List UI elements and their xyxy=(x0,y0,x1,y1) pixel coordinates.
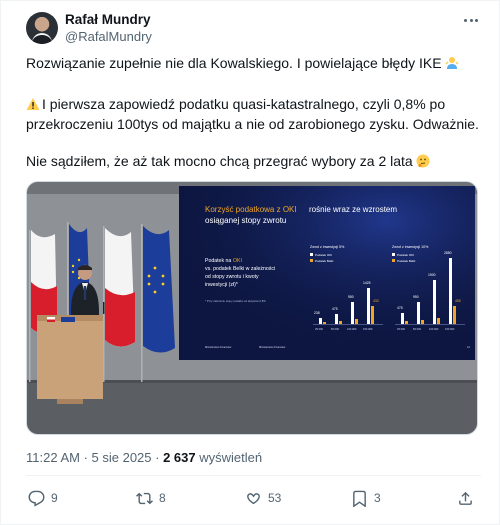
divider xyxy=(26,475,481,476)
share-icon xyxy=(459,491,472,505)
chart1-value-1: 238 xyxy=(314,311,320,315)
reply-button[interactable]: 9 xyxy=(28,489,58,507)
slide-left-text-1: Podatek na xyxy=(205,258,231,264)
tweet-meta: 11:22 AM · 5 sie 2025 · 2 637 wyświetleń xyxy=(26,450,262,465)
chart2-value-2: 950 xyxy=(413,295,419,299)
avatar[interactable] xyxy=(26,12,58,44)
chart1-value-2: 475 xyxy=(332,307,338,311)
repost-button[interactable]: 8 xyxy=(136,489,166,507)
bookmark-icon xyxy=(353,490,366,507)
slide-title-line2: osiąganej stopy zwrotu xyxy=(205,216,286,225)
tweet-text-2a: I pierwsza zapowiedź podatku quasi-katas… xyxy=(42,96,446,112)
chart2-value-4: 2850 xyxy=(444,251,452,255)
chart2-title: Zwrot z inwestycji 10% xyxy=(392,245,429,249)
chart1-legend-belka: Podatek Belki xyxy=(315,259,334,263)
tweet-text-3: Nie sądziłem, że aż tak mocno chcą przeg… xyxy=(26,153,413,169)
slide-footer-mid: Ministerstwo Finansów xyxy=(259,345,285,349)
tweet-photo[interactable]: Korzyść podatkowa z OKI rośnie wraz ze w… xyxy=(26,181,478,435)
like-count: 53 xyxy=(268,491,282,505)
warning-emoji-icon xyxy=(26,98,40,110)
tweet-text-1: Rozwiązanie zupełnie nie dla Kowalskiego… xyxy=(26,55,442,71)
tweet-text-line-3: Nie sądziłem, że aż tak mocno chcą przeg… xyxy=(26,151,481,171)
tweet-card: Rafał Mundry @RafalMundry Rozwiązanie zu… xyxy=(0,0,500,525)
share-button[interactable] xyxy=(457,489,474,507)
reply-icon xyxy=(28,490,45,507)
reply-count: 9 xyxy=(51,491,58,505)
slide-left-text-highlight: OKI xyxy=(233,258,242,264)
chart1-x-3: 100 000 xyxy=(347,327,357,331)
podium xyxy=(37,302,105,404)
press-conference-photo: Korzyść podatkowa z OKI rośnie wraz ze w… xyxy=(27,182,477,434)
repost-count: 8 xyxy=(159,491,166,505)
author-name[interactable]: Rafał Mundry xyxy=(65,12,151,27)
chart2-x-2: 50 000 xyxy=(413,327,421,331)
chart2-value-1: 475 xyxy=(397,306,403,310)
chart1-x-2: 50 000 xyxy=(331,327,339,331)
tweet-text-line-2: I pierwsza zapowiedź podatku quasi-katas… xyxy=(26,94,481,134)
chart2-x-4: 150 000 xyxy=(445,327,455,331)
chart1-legend-oki: Podatek OKI xyxy=(315,253,332,257)
bookmark-count: 3 xyxy=(374,491,381,505)
chart1-value-3: 950 xyxy=(348,295,354,299)
repost-icon xyxy=(136,492,153,504)
chart1-value-4: 1425 xyxy=(363,281,371,285)
thinking-face-emoji-icon xyxy=(416,154,430,168)
chart2-legend-belka: Podatek Belki xyxy=(397,259,416,263)
like-button[interactable]: 53 xyxy=(245,489,281,507)
bookmark-button[interactable]: 3 xyxy=(351,489,381,507)
tweet-text-2b: przekroczeniu 100tys od majątku a nie od… xyxy=(26,116,479,132)
slide-title-rest: rośnie wraz ze wzrostem xyxy=(309,205,397,214)
slide-left-text-2: vs. podatek Belki w zależności xyxy=(205,266,275,272)
slide-footnote: * Przy założeniu stopy podatku od aktywó… xyxy=(205,299,266,303)
chart1-x-1: 25 000 xyxy=(315,327,323,331)
chart2-legend-oki: Podatek OKI xyxy=(397,253,414,257)
views-label: wyświetleń xyxy=(199,450,263,465)
slide-left-text-3: od stopy zwrotu i kwoty xyxy=(205,274,259,280)
tweet-text-line-1: Rozwiązanie zupełnie nie dla Kowalskiego… xyxy=(26,53,481,73)
chart2-value-5: 455 xyxy=(455,299,461,303)
slide-footer-left: Ministerstwo Finansów xyxy=(205,345,231,349)
chart1-value-5: 433 xyxy=(373,299,379,303)
tweet-timestamp[interactable]: 11:22 AM · 5 sie 2025 · xyxy=(26,450,159,465)
more-options-icon[interactable] xyxy=(459,11,483,29)
author-handle[interactable]: @RafalMundry xyxy=(65,29,152,44)
heart-icon xyxy=(247,492,260,504)
chart1-title: Zwrot z inwestycji 5% xyxy=(310,245,345,249)
chart2-value-3: 1900 xyxy=(428,273,436,277)
chart1-x-4: 150 000 xyxy=(363,327,373,331)
person-shrugging-emoji-icon xyxy=(445,57,459,69)
slide-title-highlight: Korzyść podatkowa z OKI xyxy=(205,205,297,214)
slide-left-text-4: inwestycji (zł)* xyxy=(205,282,238,288)
views-count: 2 637 xyxy=(163,450,196,465)
chart2-x-1: 25 000 xyxy=(397,327,405,331)
chart2-x-3: 100 000 xyxy=(429,327,439,331)
